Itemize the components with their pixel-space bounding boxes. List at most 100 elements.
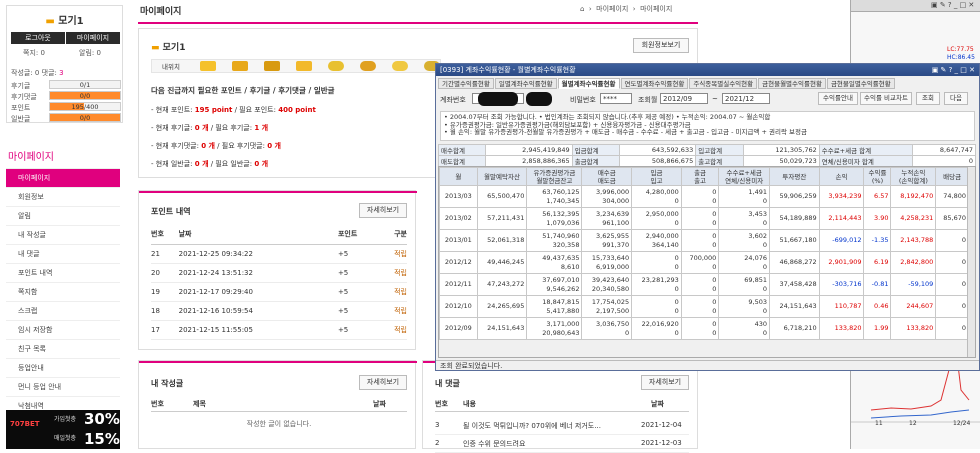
dialog-tab[interactable]: 일별계좌수익률현황 bbox=[494, 78, 557, 89]
grid-cell: 52,061,318 bbox=[476, 229, 528, 252]
level-tab-current[interactable]: 내위치 bbox=[162, 61, 180, 71]
grid-row[interactable]: 2013/01 52,061,318 51,740,960 320,358 3,625… bbox=[439, 229, 969, 252]
sidebar-menu-item[interactable]: 임시 저장함 bbox=[6, 321, 120, 340]
points-cell[interactable]: 적립 bbox=[379, 282, 407, 302]
grid-cell: 0 0 bbox=[680, 185, 720, 208]
mypage-button[interactable]: 마이페이지 bbox=[66, 32, 120, 44]
sidebar-menu-item[interactable]: 마이페이지 bbox=[6, 169, 120, 188]
grid-row[interactable]: 2012/10 24,265,695 18,847,815 5,417,880 17,… bbox=[439, 295, 969, 318]
level-badge-icon[interactable] bbox=[264, 61, 280, 71]
period-separator: ~ bbox=[712, 95, 718, 103]
dialog-tab[interactable]: 금현물일별수익률현황 bbox=[826, 78, 895, 89]
dialog-tab[interactable]: 월별계좌수익률현황 bbox=[557, 78, 620, 89]
points-cell[interactable]: 적립 bbox=[379, 320, 407, 340]
alert-count[interactable]: 알림: 0 bbox=[79, 48, 101, 58]
ad-banner[interactable]: 707BET 가입첫충 30% 매일첫충 15% bbox=[6, 410, 120, 449]
comment-row[interactable]: 2 인증 수위 문의드려요 2021-12-03 bbox=[435, 435, 689, 453]
grid-cell: 85,670 bbox=[935, 207, 969, 230]
level-badge-icon[interactable] bbox=[328, 61, 344, 71]
grid-cell: 2,901,909 bbox=[818, 251, 865, 274]
posts-more-button[interactable]: 자세히보기 bbox=[359, 375, 407, 390]
grid-cell: 0 bbox=[935, 295, 969, 318]
dialog-tab[interactable]: 금현물월별수익률현황 bbox=[758, 78, 826, 89]
grid-row[interactable]: 2012/09 24,151,643 3,171,000 20,980,643 3,0… bbox=[439, 317, 969, 340]
level-badge-icon[interactable] bbox=[200, 61, 216, 71]
points-card: 포인트 내역 자세히보기 번호 날짜 포인트 구분 21 2021-12-25 09:34… bbox=[138, 190, 417, 350]
sidebar-menu-item[interactable]: 내 댓글 bbox=[6, 245, 120, 264]
chart-toolbar: ▣ ✎ ? _ □ ✕ bbox=[851, 0, 980, 12]
level-badge-icon[interactable] bbox=[296, 61, 312, 71]
points-cell: 21 bbox=[151, 244, 179, 264]
points-more-button[interactable]: 자세히보기 bbox=[359, 203, 407, 218]
home-icon[interactable]: ⌂ bbox=[580, 5, 584, 13]
grid-cell: -699,012 bbox=[818, 229, 865, 252]
level-badge-icon[interactable] bbox=[360, 61, 376, 71]
dialog-tab[interactable]: 기간별수익률현황 bbox=[438, 78, 494, 89]
comments-list: 3 될 이것도 먹튀입니까? 070위에 베너 저거도... 2021-12-04 2… bbox=[435, 417, 689, 453]
points-cell: 2021-12-25 09:34:22 bbox=[178, 244, 338, 264]
grid-col-header: 월말예탁자산 bbox=[476, 167, 528, 186]
period-from-field[interactable]: 2012/09 bbox=[660, 93, 708, 104]
stat-value: 0/1 bbox=[79, 81, 91, 89]
sidebar-menu-item[interactable]: 회원정보 bbox=[6, 188, 120, 207]
comment-content[interactable]: 인증 수위 문의드려요 bbox=[463, 439, 525, 449]
chart-window-controls-icon[interactable]: ▣ ✎ ? _ □ ✕ bbox=[931, 1, 974, 9]
comment-row[interactable]: 3 될 이것도 먹튀입니까? 070위에 베너 저거도... 2021-12-04 bbox=[435, 417, 689, 435]
grid-scrollbar[interactable] bbox=[967, 167, 975, 357]
profile-view-button[interactable]: 회원정보보기 bbox=[633, 38, 689, 53]
dialog-window-controls-icon[interactable]: ▣ ✎ ? _ □ ✕ bbox=[932, 64, 975, 76]
grid-row[interactable]: 2013/03 65,500,470 63,760,125 1,740,345 3,9… bbox=[439, 185, 969, 208]
dialog-tab[interactable]: 연도별계좌수익률현황 bbox=[620, 78, 689, 89]
monthly-grid[interactable]: 월 월말예탁자산 유가증권평가금 월말현금잔고 매수금 매도금 입금 입고 출금 출고 수수… bbox=[438, 166, 976, 358]
sidebar-menu-item[interactable]: 포인트 내역 bbox=[6, 264, 120, 283]
level-badge-icon[interactable] bbox=[392, 61, 408, 71]
summary-value: 508,866,675 bbox=[619, 155, 697, 167]
grid-header-row: 월 월말예탁자산 유가증권평가금 월말현금잔고 매수금 매도금 입금 입고 출금 출고 수수… bbox=[439, 167, 969, 186]
points-cell[interactable]: 적립 bbox=[379, 244, 407, 264]
points-cell: +5 bbox=[337, 320, 380, 340]
points-cell: 20 bbox=[151, 263, 179, 283]
grid-cell: 24,151,643 bbox=[769, 295, 820, 318]
points-cell: 2021-12-16 10:59:54 bbox=[178, 301, 338, 321]
grid-row[interactable]: 2013/02 57,211,431 56,132,395 1,079,036 3,2… bbox=[439, 207, 969, 230]
grid-cell: 49,437,635 8,610 bbox=[526, 251, 583, 274]
sidebar-menu-item[interactable]: 스크랩 bbox=[6, 302, 120, 321]
grid-cell: 2,143,788 bbox=[890, 229, 937, 252]
points-cell[interactable]: 적립 bbox=[379, 263, 407, 283]
query-button[interactable]: 조회 bbox=[916, 92, 940, 105]
dialog-tab[interactable]: 주식종목별실수익현황 bbox=[689, 78, 758, 89]
points-col-header: 포인트 bbox=[337, 225, 380, 245]
points-cell: 17 bbox=[151, 320, 179, 340]
comments-more-button[interactable]: 자세히보기 bbox=[641, 375, 689, 390]
breadcrumb-item[interactable]: 마이페이지 bbox=[596, 5, 628, 13]
breadcrumb-item[interactable]: 마이페이지 bbox=[640, 5, 672, 13]
grid-row[interactable]: 2012/12 49,446,245 49,437,635 8,610 15,733,… bbox=[439, 251, 969, 274]
next-button[interactable]: 다음 bbox=[944, 92, 968, 105]
grid-col-header: 수수료+세금 연체/신용미자 bbox=[718, 167, 770, 186]
sidebar-menu-item[interactable]: 등업안내 bbox=[6, 359, 120, 378]
compare-chart-button[interactable]: 수익률 비교차트 bbox=[860, 92, 912, 105]
sidebar-menu-item[interactable]: 먼니 등업 안내 bbox=[6, 378, 120, 397]
grid-cell: 2,940,000 364,140 bbox=[631, 229, 682, 252]
return-guide-button[interactable]: 수익률안내 bbox=[818, 92, 858, 105]
grid-cell: 56,132,395 1,079,036 bbox=[526, 207, 583, 230]
grid-cell: 0 0 bbox=[680, 207, 720, 230]
level-badge-icon[interactable] bbox=[232, 61, 248, 71]
grid-cell: 51,667,180 bbox=[769, 229, 820, 252]
dialog-titlebar[interactable]: [0393] 계좌수익률현황 - 월별계좌수익률현황 ▣ ✎ ? _ □ ✕ bbox=[436, 64, 979, 76]
level-stat-row: 후기글 0/1 bbox=[11, 80, 121, 91]
note-count[interactable]: 쪽지: 0 bbox=[23, 48, 45, 58]
logout-button[interactable]: 로그아웃 bbox=[11, 32, 65, 44]
sidebar-menu-item[interactable]: 친구 목록 bbox=[6, 340, 120, 359]
grid-cell: 23,281,293 0 bbox=[631, 273, 682, 296]
sidebar-menu-item[interactable]: 내 작성글 bbox=[6, 226, 120, 245]
sidebar-menu-item[interactable]: 알림 bbox=[6, 207, 120, 226]
grid-row[interactable]: 2012/11 47,243,272 37,697,010 9,546,262 39,… bbox=[439, 273, 969, 296]
points-cell[interactable]: 적립 bbox=[379, 301, 407, 321]
comment-content[interactable]: 될 이것도 먹튀입니까? 070위에 베너 저거도... bbox=[463, 421, 601, 431]
period-to-field[interactable]: 2021/12 bbox=[722, 93, 770, 104]
grid-col-header: 수익률 (%) bbox=[863, 167, 892, 186]
sidebar-menu-item[interactable]: 쪽지함 bbox=[6, 283, 120, 302]
password-field[interactable]: **** bbox=[600, 93, 632, 104]
grid-cell: 63,760,125 1,740,345 bbox=[526, 185, 583, 208]
